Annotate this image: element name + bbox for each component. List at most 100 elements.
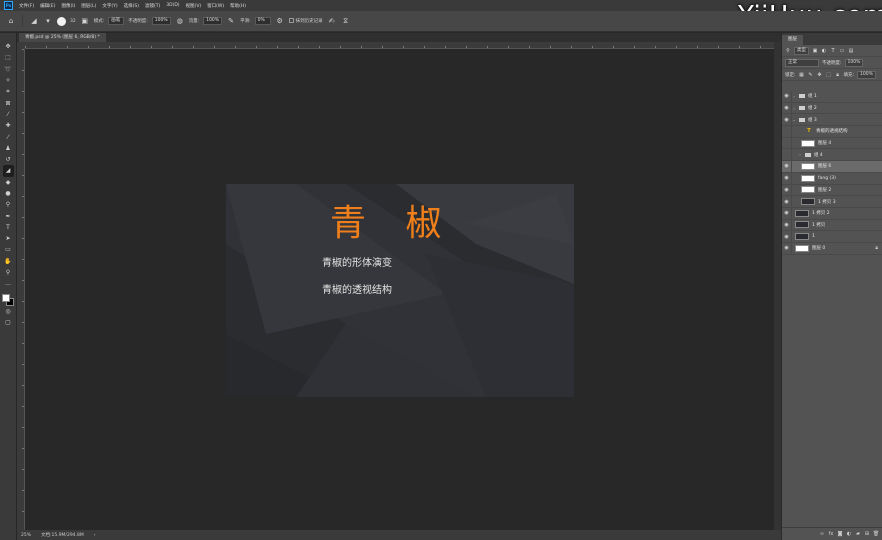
frame-tool-icon[interactable]: ⊠: [3, 97, 14, 108]
paint-bucket-tool-icon[interactable]: ◆: [3, 177, 14, 188]
visibility-toggle[interactable]: ◉: [782, 161, 792, 172]
fill-input[interactable]: 100%: [857, 70, 876, 79]
visibility-toggle[interactable]: ◉: [782, 219, 792, 231]
foreground-color[interactable]: [2, 293, 10, 302]
eraser-tool-icon[interactable]: ◢: [29, 16, 39, 26]
chevron-down-icon[interactable]: ⌄: [792, 117, 796, 122]
lock-position-icon[interactable]: ✥: [817, 72, 823, 78]
quick-mask-icon[interactable]: ◎: [3, 306, 14, 317]
more-tools-icon[interactable]: …: [3, 278, 14, 289]
mode-select[interactable]: 画笔: [108, 17, 125, 25]
menu-filter[interactable]: 滤镜(T): [145, 3, 160, 9]
eraser-tool-icon[interactable]: ◢: [2, 165, 14, 177]
new-layer-icon[interactable]: ⊞: [864, 531, 870, 537]
layer-row[interactable]: ◉ fang (3): [782, 172, 882, 185]
status-menu-arrow[interactable]: ›: [94, 533, 96, 538]
tab-layers[interactable]: 图层: [782, 35, 803, 45]
visibility-toggle[interactable]: ◉: [782, 102, 792, 114]
rectangle-tool-icon[interactable]: ▭: [3, 244, 14, 255]
lock-artboard-icon[interactable]: ⬚: [826, 72, 832, 78]
filter-adjustment-icon[interactable]: ◐: [821, 48, 827, 54]
pen-tool-icon[interactable]: ✒: [3, 210, 14, 221]
layer-row[interactable]: ◉ › 组 2: [782, 102, 882, 115]
gear-icon[interactable]: ⚙: [275, 16, 285, 26]
brush-settings-icon[interactable]: ▣: [80, 16, 90, 26]
lasso-tool-icon[interactable]: ➰: [3, 64, 14, 75]
trash-icon[interactable]: 🗑︎: [873, 531, 879, 537]
flow-input[interactable]: 100%: [203, 17, 223, 25]
airbrush-icon[interactable]: ✎: [226, 16, 236, 26]
brush-tool-icon[interactable]: ⁄: [3, 131, 14, 142]
layer-row[interactable]: ◉ 1 拷贝 2: [782, 207, 882, 220]
adjustment-layer-icon[interactable]: ◐: [846, 531, 852, 537]
path-selection-tool-icon[interactable]: ➤: [3, 233, 14, 244]
menu-image[interactable]: 图像(I): [61, 3, 75, 9]
type-tool-icon[interactable]: T: [3, 222, 14, 233]
layer-row[interactable]: 图层 4: [782, 137, 882, 150]
visibility-toggle[interactable]: ◉: [782, 242, 792, 254]
visibility-toggle[interactable]: ◉: [782, 196, 792, 207]
visibility-toggle[interactable]: [782, 137, 792, 149]
pressure-size-icon[interactable]: ✍: [327, 16, 337, 26]
magic-wand-tool-icon[interactable]: ✧: [3, 75, 14, 86]
filter-kind-select[interactable]: 类型: [794, 46, 809, 55]
layer-row[interactable]: ◉ › 组 1: [782, 91, 882, 103]
menu-3d[interactable]: 3D(D): [166, 3, 179, 8]
lock-pixels-icon[interactable]: ✎: [808, 72, 814, 78]
new-group-icon[interactable]: ▰: [855, 531, 861, 537]
chevron-right-icon[interactable]: ›: [792, 94, 796, 99]
lock-all-icon[interactable]: 🔒︎: [835, 72, 841, 78]
healing-brush-tool-icon[interactable]: ✚: [3, 120, 14, 131]
menu-file[interactable]: 文件(F): [19, 3, 34, 9]
filter-pixel-icon[interactable]: ▣: [812, 48, 818, 54]
layer-row[interactable]: ◉ 1 拷贝 3: [782, 196, 882, 208]
pressure-opacity-icon[interactable]: ◍: [175, 16, 185, 26]
layer-row[interactable]: ◉ 图层 2: [782, 184, 882, 197]
layer-row[interactable]: ◉ 1: [782, 231, 882, 243]
chevron-right-icon[interactable]: ›: [798, 152, 802, 157]
visibility-toggle[interactable]: ◉: [782, 207, 792, 219]
blur-tool-icon[interactable]: ●: [3, 188, 14, 199]
add-mask-icon[interactable]: ◙: [837, 531, 843, 537]
menu-view[interactable]: 视图(V): [186, 3, 202, 9]
filter-type-icon[interactable]: T: [830, 48, 836, 54]
menu-window[interactable]: 窗口(W): [207, 3, 224, 9]
symmetry-icon[interactable]: ⧖: [341, 16, 351, 26]
visibility-toggle[interactable]: [782, 149, 792, 161]
visibility-toggle[interactable]: ◉: [782, 184, 792, 196]
smoothing-input[interactable]: 0%: [254, 17, 271, 25]
horizontal-ruler[interactable]: [25, 42, 774, 49]
layer-row[interactable]: ◉ ⌄ 组 3: [782, 114, 882, 127]
visibility-toggle[interactable]: ◉: [782, 114, 792, 126]
layer-row[interactable]: T 青椒的透视结构: [782, 126, 882, 138]
menu-help[interactable]: 帮助(H): [230, 3, 246, 9]
vertical-scrollbar[interactable]: [774, 42, 781, 530]
filter-shape-icon[interactable]: ▭: [839, 48, 845, 54]
eyedropper-tool-icon[interactable]: ⁄: [3, 109, 14, 120]
menu-layer[interactable]: 图层(L): [81, 3, 96, 9]
zoom-level[interactable]: 25%: [21, 533, 31, 538]
crop-tool-icon[interactable]: ⌗: [3, 86, 14, 97]
brush-preset-picker[interactable]: [57, 16, 66, 26]
visibility-toggle[interactable]: [782, 126, 792, 137]
layer-opacity-input[interactable]: 100%: [844, 58, 864, 67]
vertical-ruler[interactable]: [17, 49, 25, 530]
home-icon[interactable]: ⌂: [6, 16, 16, 26]
canvas-image[interactable]: 青 椒 青椒的形体演变 青椒的透视结构: [226, 184, 574, 397]
layer-row[interactable]: › 组 4: [782, 149, 882, 162]
lock-transparent-icon[interactable]: ▦: [799, 72, 805, 78]
history-brush-tool-icon[interactable]: ↺: [3, 154, 14, 165]
marquee-tool-icon[interactable]: ⬚: [3, 52, 14, 63]
chevron-right-icon[interactable]: ›: [792, 106, 796, 111]
blend-mode-select[interactable]: 正常: [785, 58, 819, 67]
screen-mode-icon[interactable]: ▢: [3, 317, 14, 328]
dodge-tool-icon[interactable]: ⚲: [3, 199, 14, 210]
menu-select[interactable]: 选择(S): [124, 3, 139, 9]
erase-history-checkbox[interactable]: 抹到历史记录: [288, 18, 323, 24]
document-tab[interactable]: 青椒.psd @ 25% (图层 6, RGB/8) *: [19, 33, 106, 42]
hand-tool-icon[interactable]: ✋: [3, 256, 14, 267]
menu-type[interactable]: 文字(Y): [102, 3, 117, 9]
menu-edit[interactable]: 编辑(E): [40, 3, 55, 9]
clone-stamp-tool-icon[interactable]: ♟: [3, 143, 14, 154]
link-layers-icon[interactable]: ∞: [819, 531, 825, 537]
